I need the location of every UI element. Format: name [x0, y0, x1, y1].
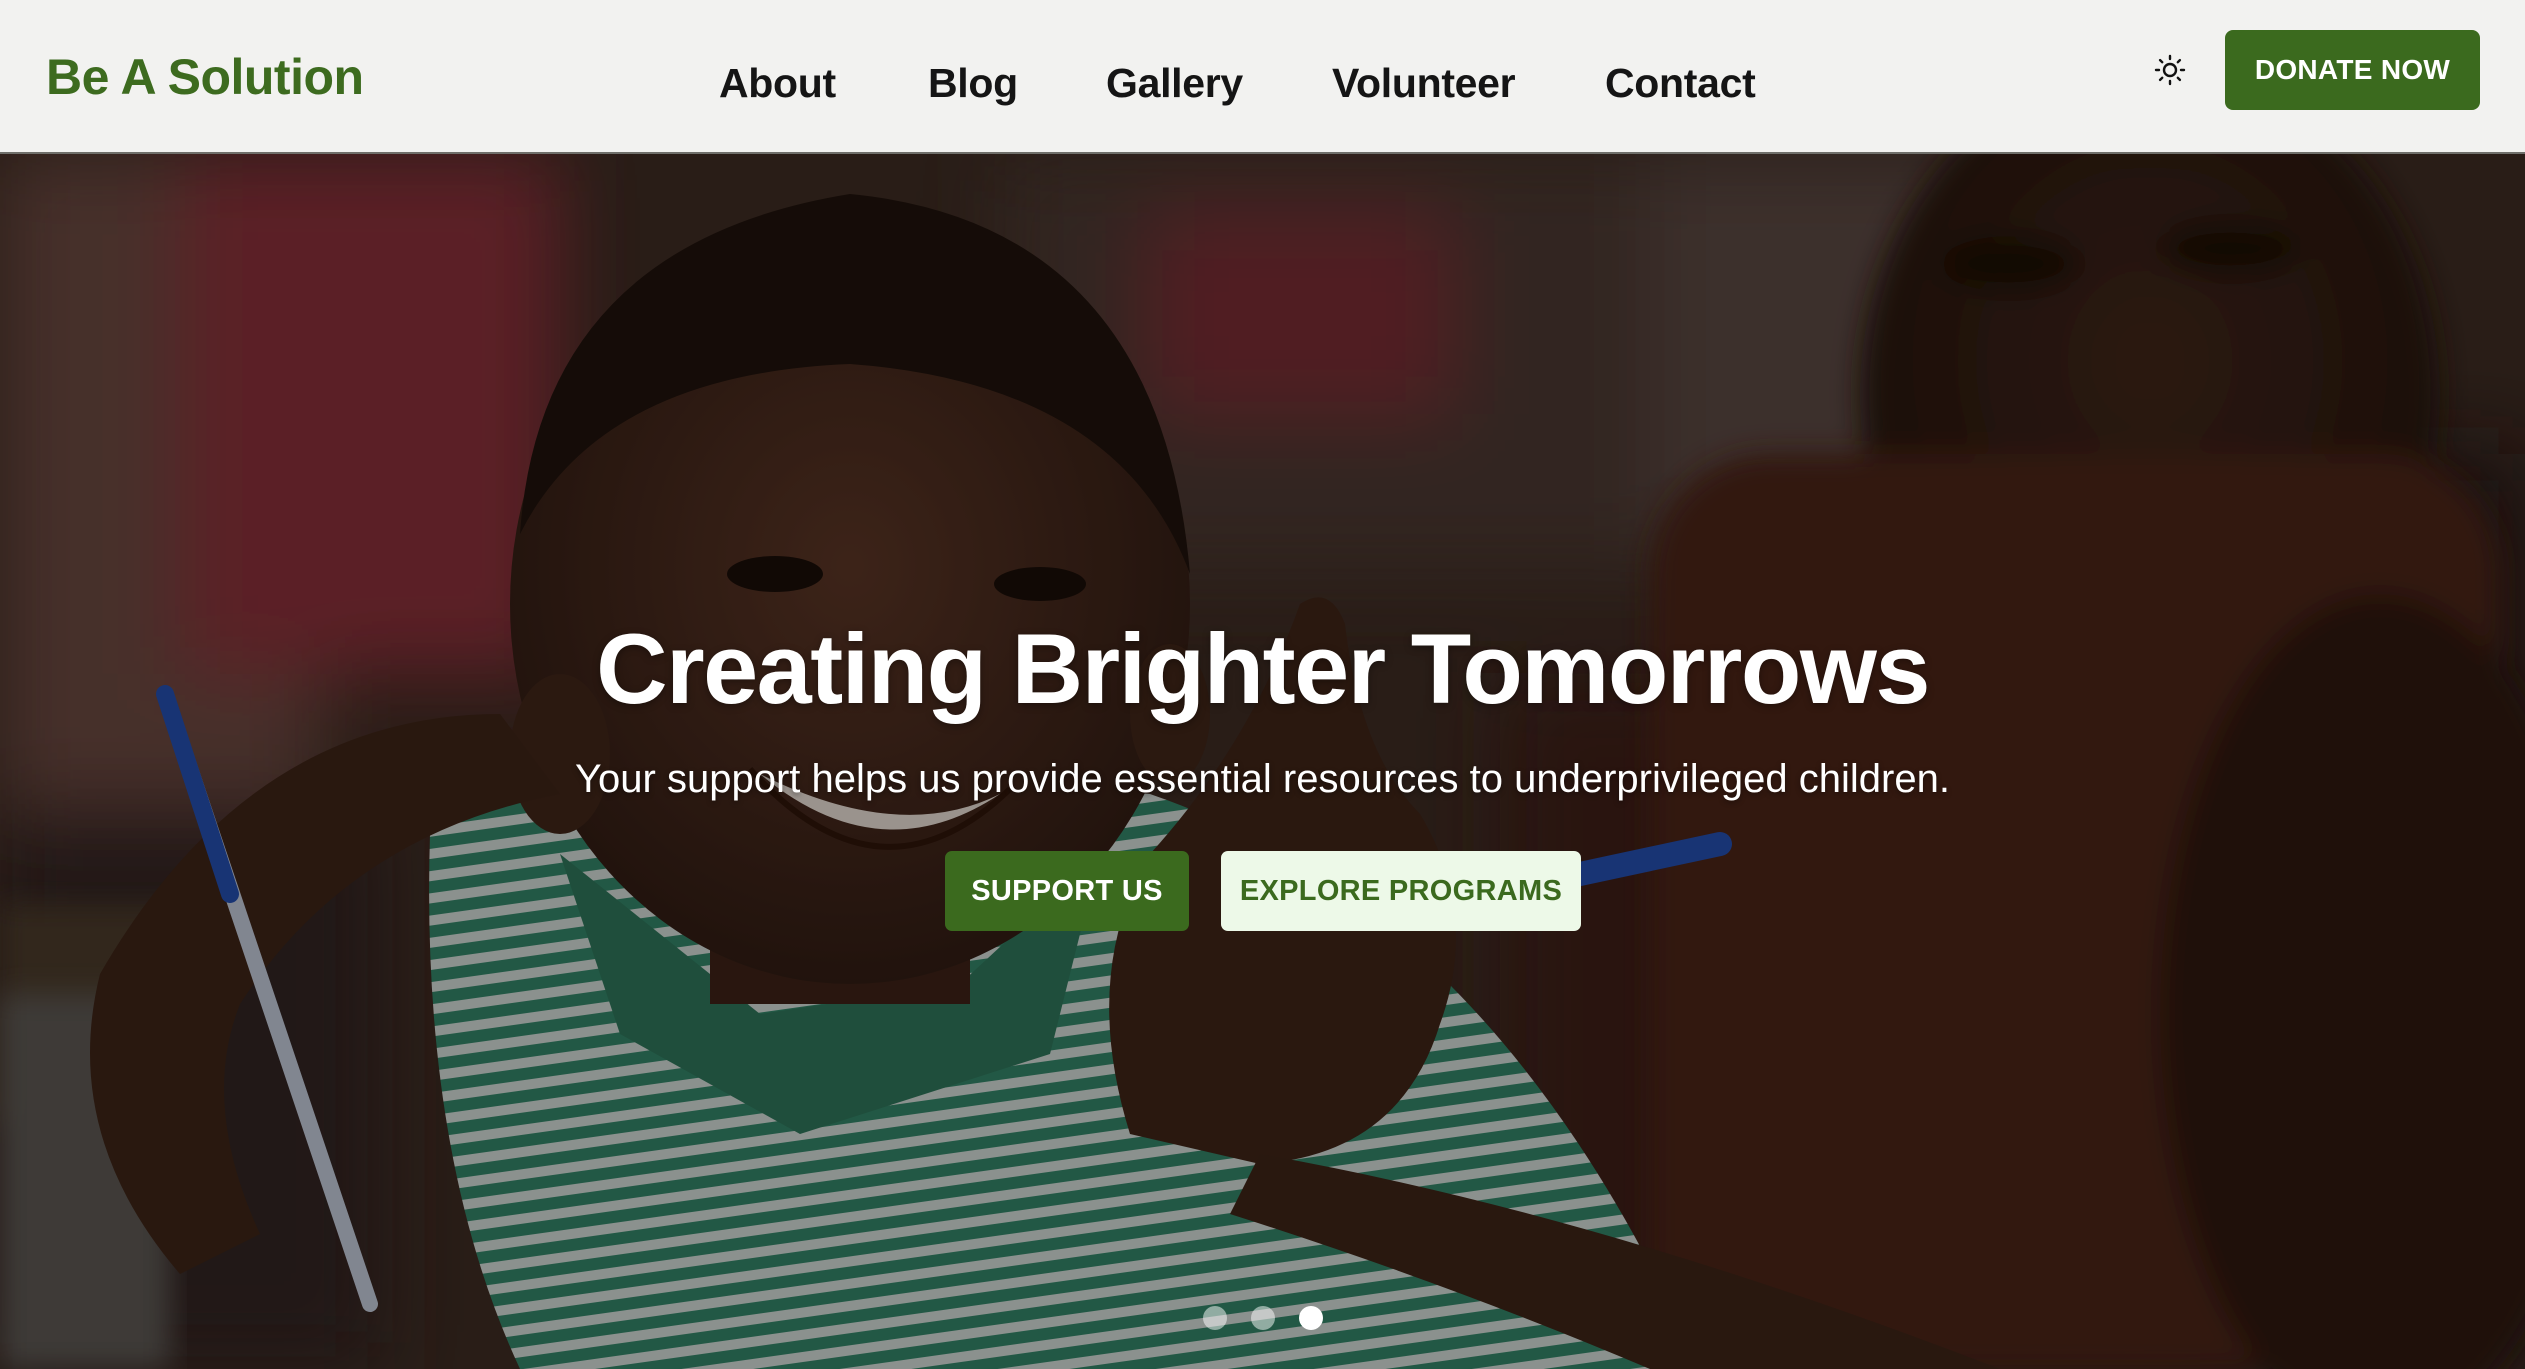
- carousel-dot-2[interactable]: [1250, 1306, 1275, 1330]
- hero-title: Creating Brighter Tomorrows: [596, 613, 1930, 724]
- sun-icon: [2154, 54, 2186, 86]
- main-nav: About Blog Gallery Volunteer Contact: [0, 0, 2525, 152]
- nav-link-volunteer[interactable]: Volunteer: [1332, 52, 1516, 114]
- site-header: Be A Solution About Blog Gallery Volunte…: [0, 0, 2525, 154]
- hero-carousel: Creating Brighter Tomorrows Your support…: [0, 154, 2525, 1369]
- theme-toggle-button[interactable]: [2150, 50, 2190, 90]
- support-us-button[interactable]: SUPPORT US: [945, 851, 1189, 931]
- hero-subtitle: Your support helps us provide essential …: [575, 757, 1950, 801]
- nav-link-about[interactable]: About: [719, 52, 836, 114]
- donate-now-button[interactable]: DONATE NOW: [2225, 30, 2480, 110]
- nav-link-contact[interactable]: Contact: [1605, 52, 1756, 114]
- nav-link-blog[interactable]: Blog: [928, 52, 1018, 114]
- carousel-dot-3[interactable]: [1298, 1306, 1323, 1330]
- carousel-dot-1[interactable]: [1202, 1306, 1227, 1330]
- carousel-indicators: [0, 1306, 2525, 1330]
- nav-link-gallery[interactable]: Gallery: [1106, 52, 1243, 114]
- explore-programs-button[interactable]: EXPLORE PROGRAMS: [1221, 851, 1581, 931]
